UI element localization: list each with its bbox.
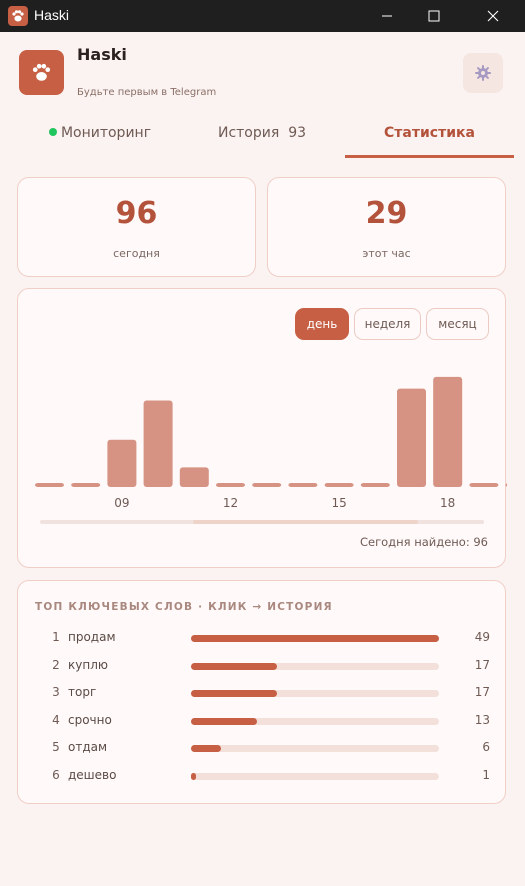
keyword-word: куплю [68,657,108,672]
chart-bar-15 [324,483,354,487]
keyword-word: срочно [68,712,112,727]
paw-icon [32,63,51,81]
keyword-count: 6 [482,740,490,754]
chart-bar-11 [179,467,209,487]
chart-bar-12 [216,483,245,487]
keyword-rank: 1 [52,630,60,644]
keyword-bar-track [191,690,439,697]
period-month-button[interactable]: месяц [426,308,489,340]
app-name: Haski [77,45,127,64]
keyword-word: торг [68,685,97,699]
maximize-button[interactable] [411,0,457,32]
chart-tick-label: 15 [331,496,346,510]
keyword-bar-fill [191,717,257,725]
close-button[interactable] [470,0,516,32]
chart-bar-14 [288,483,318,487]
period-week-button[interactable]: неделя [354,308,421,340]
chart-bar-19 [469,483,499,487]
chart-bar-10 [143,400,173,487]
keyword-row-4[interactable]: 4 срочно 13 [18,713,507,733]
keyword-bar-track [191,772,439,780]
keyword-bar-fill [191,745,222,752]
found-today-text: Сегодня найдено: 96 [359,535,488,549]
keyword-row-5[interactable]: 5 отдам 6 [18,740,507,760]
keyword-row-1[interactable]: 1 продам 49 [18,630,507,650]
kpi-hour-value: 29 [365,196,408,231]
keyword-bar-fill [191,662,278,670]
keyword-bar-track [191,662,439,670]
app-paw-icon [8,6,28,26]
chart-tick-label: 12 [223,496,238,510]
keyword-rank: 6 [52,767,60,782]
tab-history[interactable]: История 93 [182,112,342,158]
gear-icon [475,65,491,81]
chart-tick-label: 09 [114,496,129,510]
period-day-button[interactable]: день [295,308,349,340]
keyword-row-3[interactable]: 3 торг 17 [18,685,507,705]
tab-monitoring[interactable]: Мониторинг [20,112,180,158]
keyword-count: 49 [474,630,490,644]
tab-statistics-label: Статистика [384,125,475,141]
tab-statistics[interactable]: Статистика [345,112,514,158]
keyword-rank: 4 [52,712,60,727]
tab-monitoring-label: Мониторинг [60,125,152,141]
keyword-rank: 2 [52,657,60,672]
keyword-word: дешево [68,767,117,782]
keyword-bar-fill [191,772,197,780]
chart-bar-13 [252,483,282,487]
title-bar: Haski [0,0,525,32]
keyword-count: 17 [474,657,490,672]
kpi-hour-label: этот час [362,247,411,260]
keyword-rank: 5 [52,740,60,754]
window-title: Haski [34,7,70,23]
tab-history-label: История [217,125,280,141]
keyword-bar-track [191,745,439,752]
settings-button[interactable] [463,53,503,93]
online-status-dot [48,128,57,136]
chart-bar-18 [433,376,463,487]
minimize-button[interactable] [364,0,410,32]
chart-bar-08 [71,483,101,487]
keyword-count: 13 [474,712,490,727]
keyword-bar-track [191,717,439,725]
app-logo [19,50,64,95]
keyword-rank: 3 [52,685,60,699]
kpi-today-value: 96 [115,196,158,231]
keywords-heading: ТОП КЛЮЧЕВЫХ СЛОВ · КЛИК → ИСТОРИЯ [35,601,333,613]
keywords-card: ТОП КЛЮЧЕВЫХ СЛОВ · КЛИК → ИСТОРИЯ 1 прод… [17,580,506,804]
kpi-hour-card: 29 этот час [267,177,506,277]
keyword-bar-track [191,635,439,642]
tab-history-count: 93 [288,125,307,141]
chart-bar-20 [505,483,507,487]
activity-chart-card: день неделя месяц 09 12 15 18 Сегодня найде… [17,288,507,568]
app-subtitle: Будьте первым в Telegram [77,87,217,98]
activity-bar-chart: 09 12 15 18 [35,376,507,524]
keyword-row-6[interactable]: 6 дешево 1 [18,768,507,788]
keyword-word: отдам [68,740,108,754]
kpi-today-card: 96 сегодня [17,177,256,277]
keyword-bar-fill [191,690,278,697]
kpi-today-label: сегодня [113,247,160,260]
keyword-count: 17 [474,685,490,699]
chart-bar-17 [397,388,426,487]
chart-bar-09 [107,439,137,487]
keyword-bar-fill [191,635,439,642]
keyword-word: продам [68,630,116,644]
keyword-count: 1 [482,767,490,782]
chart-bar-16 [360,483,390,487]
chart-tick-label: 18 [440,496,455,510]
keyword-row-2[interactable]: 2 куплю 17 [18,658,507,678]
chart-scroll-thumb[interactable] [193,520,418,524]
chart-bar-07 [35,483,64,487]
